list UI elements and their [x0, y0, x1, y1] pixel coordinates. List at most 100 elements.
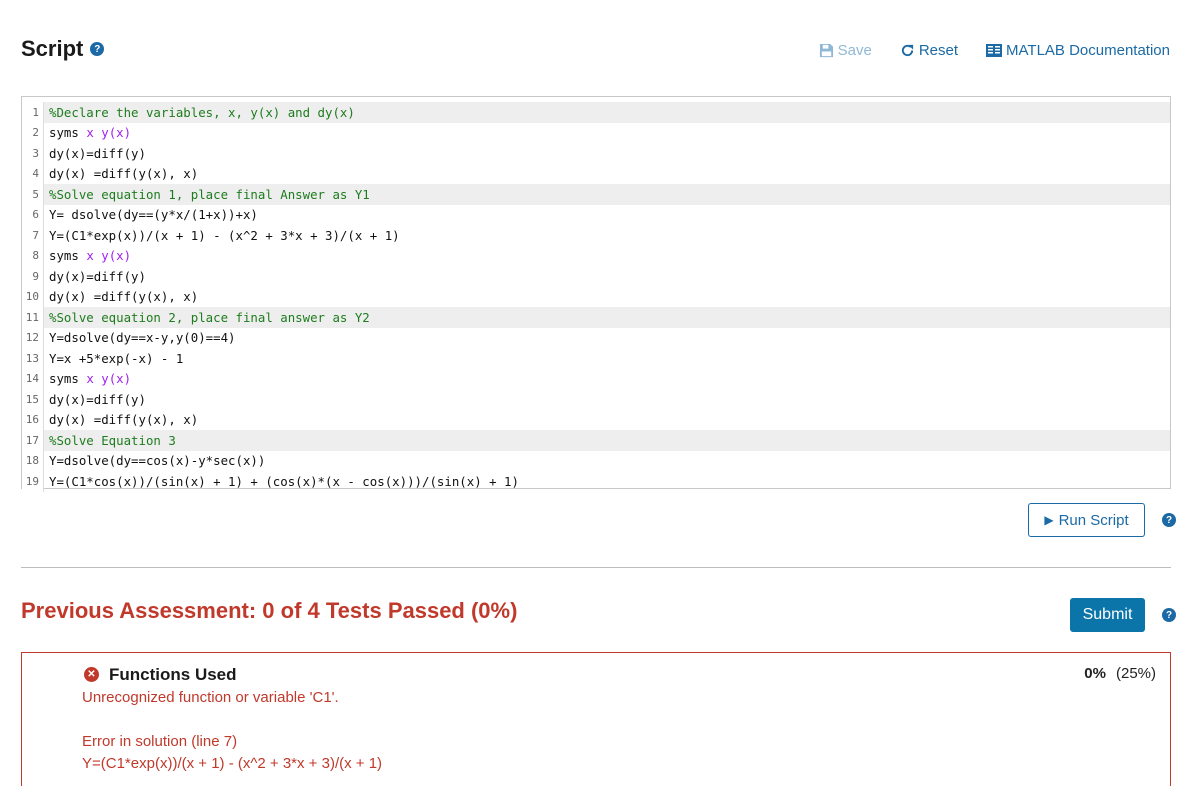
code-text: dy(x) =diff(y(x), x): [44, 289, 198, 304]
page-title: Script ?: [21, 36, 105, 62]
code-line[interactable]: 16 dy(x) =diff(y(x), x): [22, 409, 1170, 430]
code-token: syms: [49, 125, 87, 141]
save-label: Save: [837, 42, 872, 59]
code-line[interactable]: 13 Y=x +5*exp(-x) - 1: [22, 348, 1170, 369]
code-text: Y=x +5*exp(-x) - 1: [44, 351, 183, 366]
code-line[interactable]: 7 Y=(C1*exp(x))/(x + 1) - (x^2 + 3*x + 3)…: [22, 225, 1170, 246]
test-name[interactable]: Functions Used: [109, 665, 237, 685]
code-token: dy(x)=diff(y): [49, 145, 146, 161]
code-comment: %Declare the variables, x, y(x) and dy(x…: [49, 104, 355, 120]
line-number: 2: [22, 122, 44, 143]
line-number: 15: [22, 389, 44, 410]
line-number: 14: [22, 368, 44, 389]
code-line[interactable]: 18 Y=dsolve(dy==cos(x)-y*sec(x)): [22, 450, 1170, 471]
code-line[interactable]: 8 syms x y(x): [22, 245, 1170, 266]
code-token: syms: [49, 371, 87, 387]
error-message: Unrecognized function or variable 'C1'.: [82, 689, 339, 706]
code-token: dy(x) =diff(y(x), x): [49, 412, 199, 428]
code-comment: %Solve equation 1, place final Answer as…: [49, 186, 370, 202]
reset-icon: [901, 44, 913, 57]
score-value: 0%: [1084, 665, 1106, 682]
assessment-title: Previous Assessment: 0 of 4 Tests Passed…: [21, 598, 518, 623]
code-variable: x y(x): [86, 248, 132, 264]
line-number: 6: [22, 204, 44, 225]
line-number: 7: [22, 225, 44, 246]
code-text: syms x y(x): [44, 371, 131, 386]
toolbar: Save Reset MATLAB Documentation: [791, 42, 1170, 59]
code-text: %Declare the variables, x, y(x) and dy(x…: [44, 105, 355, 120]
run-script-button[interactable]: ▶ Run Script: [1028, 503, 1145, 537]
line-number: 4: [22, 163, 44, 184]
code-line[interactable]: 10 dy(x) =diff(y(x), x): [22, 286, 1170, 307]
page-title-text: Script: [21, 36, 84, 61]
error-line: Error in solution (line 7): [82, 733, 238, 750]
run-help-icon[interactable]: ?: [1162, 513, 1176, 527]
line-number: 9: [22, 266, 44, 287]
help-icon[interactable]: ?: [90, 42, 105, 56]
code-line[interactable]: 4 dy(x) =diff(y(x), x): [22, 163, 1170, 184]
code-token: Y=(C1*exp(x))/(x + 1) - (x^2 + 3*x + 3)/…: [49, 227, 400, 243]
code-line[interactable]: 2 syms x y(x): [22, 122, 1170, 143]
code-line[interactable]: 15 dy(x)=diff(y): [22, 389, 1170, 410]
save-button[interactable]: Save: [819, 42, 872, 59]
line-number: 18: [22, 450, 44, 471]
code-editor[interactable]: 1 %Declare the variables, x, y(x) and dy(…: [21, 96, 1171, 492]
code-token: dy(x)=diff(y): [49, 268, 146, 284]
code-line[interactable]: 5 %Solve equation 1, place final Answer a…: [22, 184, 1170, 205]
code-line[interactable]: 17 %Solve Equation 3: [22, 430, 1170, 451]
line-number: 5: [22, 184, 44, 205]
code-comment: %Solve Equation 3: [49, 432, 176, 448]
line-number: 16: [22, 409, 44, 430]
test-score: 0% (25%): [1084, 665, 1156, 682]
submit-help-icon[interactable]: ?: [1162, 608, 1176, 622]
code-token: dy(x) =diff(y(x), x): [49, 166, 199, 182]
book-icon: [986, 44, 1003, 57]
divider: [21, 567, 1171, 568]
code-text: Y=dsolve(dy==x-y,y(0)==4): [44, 330, 236, 345]
line-number: 3: [22, 143, 44, 164]
code-token: Y=x +5*exp(-x) - 1: [49, 350, 184, 366]
code-line[interactable]: 19 Y=(C1*cos(x))/(sin(x) + 1) + (cos(x)*(…: [22, 471, 1170, 492]
reset-label: Reset: [918, 42, 959, 59]
code-line[interactable]: 12 Y=dsolve(dy==x-y,y(0)==4): [22, 327, 1170, 348]
line-number: 11: [22, 307, 44, 328]
code-line[interactable]: 9 dy(x)=diff(y): [22, 266, 1170, 287]
code-text: Y=(C1*exp(x))/(x + 1) - (x^2 + 3*x + 3)/…: [44, 228, 400, 243]
line-number: 1: [22, 102, 44, 123]
code-token: Y=(C1*cos(x))/(sin(x) + 1) + (cos(x)*(x …: [49, 473, 519, 489]
code-text: dy(x)=diff(y): [44, 269, 146, 284]
code-variable: x y(x): [86, 125, 132, 141]
play-icon: ▶: [1044, 513, 1054, 527]
code-variable: x y(x): [86, 371, 132, 387]
code-text: dy(x) =diff(y(x), x): [44, 412, 198, 427]
error-code: Y=(C1*exp(x))/(x + 1) - (x^2 + 3*x + 3)/…: [82, 755, 383, 772]
docs-label: MATLAB Documentation: [1006, 42, 1170, 59]
line-number: 8: [22, 245, 44, 266]
code-text: %Solve equation 1, place final Answer as…: [44, 187, 370, 202]
submit-button[interactable]: Submit: [1070, 598, 1145, 632]
code-line[interactable]: 1 %Declare the variables, x, y(x) and dy(…: [22, 102, 1170, 123]
code-comment: %Solve equation 2, place final answer as…: [49, 309, 370, 325]
code-token: dy(x) =diff(y(x), x): [49, 289, 199, 305]
code-text: dy(x) =diff(y(x), x): [44, 166, 198, 181]
reset-button[interactable]: Reset: [900, 42, 958, 59]
code-text: dy(x)=diff(y): [44, 146, 146, 161]
matlab-documentation-link[interactable]: MATLAB Documentation: [986, 42, 1170, 59]
code-token: Y=dsolve(dy==cos(x)-y*sec(x)): [49, 453, 266, 469]
code-text: dy(x)=diff(y): [44, 392, 146, 407]
code-token: Y= dsolve(dy==(y*x/(1+x))+x): [49, 207, 258, 223]
score-weight: (25%): [1115, 665, 1156, 682]
code-text: Y=dsolve(dy==cos(x)-y*sec(x)): [44, 453, 265, 468]
code-token: dy(x)=diff(y): [49, 391, 146, 407]
fail-icon: ✕: [84, 667, 99, 682]
code-text: %Solve equation 2, place final answer as…: [44, 310, 370, 325]
test-result: ✕ Functions Used 0% (25%) Unrecognized fu…: [21, 652, 1171, 786]
code-line[interactable]: 11 %Solve equation 2, place final answer …: [22, 307, 1170, 328]
code-line[interactable]: 6 Y= dsolve(dy==(y*x/(1+x))+x): [22, 204, 1170, 225]
code-text: syms x y(x): [44, 125, 131, 140]
run-script-label: Run Script: [1058, 511, 1129, 529]
code-line[interactable]: 3 dy(x)=diff(y): [22, 143, 1170, 164]
code-line[interactable]: 14 syms x y(x): [22, 368, 1170, 389]
code-text: Y= dsolve(dy==(y*x/(1+x))+x): [44, 207, 258, 222]
line-number: 13: [22, 348, 44, 369]
